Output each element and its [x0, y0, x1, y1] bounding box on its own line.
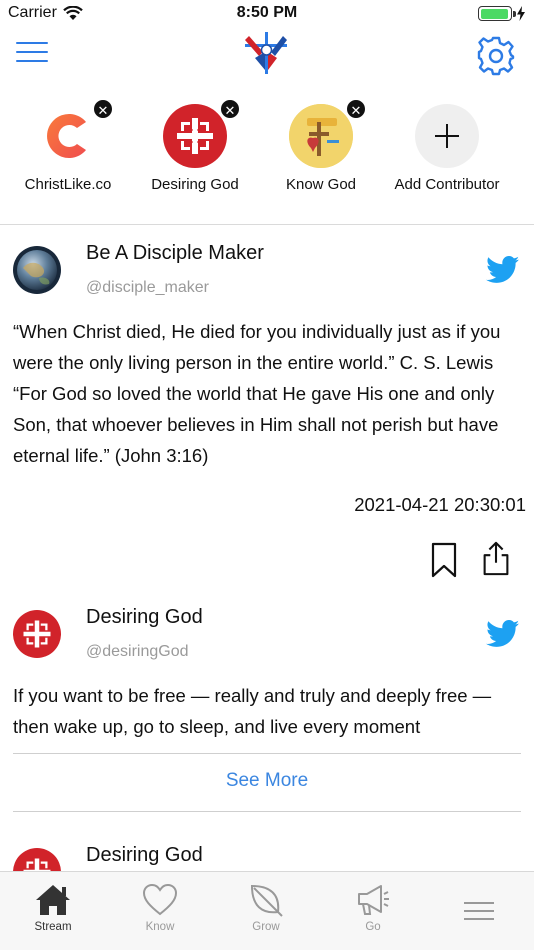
- remove-contributor-button[interactable]: ✕: [92, 98, 114, 120]
- remove-contributor-button[interactable]: ✕: [345, 98, 367, 120]
- post-author: Desiring God: [86, 606, 203, 628]
- post-text: If you want to be free — really and trul…: [13, 685, 492, 737]
- earth-avatar-image: [13, 246, 61, 294]
- contributor-christlike[interactable]: ✕ ChristLike.co: [3, 98, 133, 193]
- battery-fill: [480, 8, 509, 19]
- bookmark-icon[interactable]: [429, 542, 459, 578]
- tab-bar: Stream Know Grow Go: [0, 871, 534, 950]
- contributor-label: Add Contributor: [394, 176, 500, 193]
- plus-icon-graphic: [435, 124, 459, 148]
- divider: [0, 224, 534, 225]
- know-god-logo-graphic: [289, 104, 353, 168]
- post-text: “When Christ died, He died for you indiv…: [13, 321, 501, 466]
- remove-contributor-button[interactable]: ✕: [219, 98, 241, 120]
- contributor-label: Know God: [285, 176, 357, 193]
- desiring-god-avatar-image: [23, 620, 51, 648]
- contributor-know-god[interactable]: ✕ Know God: [256, 98, 386, 193]
- status-right: [478, 6, 526, 21]
- megaphone-icon: [358, 885, 389, 915]
- plus-icon: [415, 104, 479, 168]
- avatar[interactable]: [13, 848, 61, 871]
- christlike-logo-graphic: [47, 114, 86, 158]
- know-god-logo: ✕: [289, 98, 367, 168]
- divider: [13, 753, 521, 754]
- post-handle: @disciple_maker: [86, 279, 209, 296]
- hamburger-icon[interactable]: [16, 42, 48, 68]
- status-time: 8:50 PM: [236, 4, 298, 21]
- christlike-logo: ✕: [36, 98, 114, 168]
- home-icon: [36, 885, 70, 915]
- twitter-icon[interactable]: [486, 256, 520, 284]
- see-more-button[interactable]: See More: [0, 770, 534, 792]
- battery-icon: [478, 6, 516, 21]
- post-handle: @desiringGod: [86, 643, 189, 660]
- nav-bar: [0, 28, 534, 84]
- desiring-god-logo-graphic: [177, 118, 213, 154]
- tab-label: Know: [145, 921, 175, 933]
- gear-icon[interactable]: [476, 36, 516, 76]
- contributor-desiring-god[interactable]: ✕ Desiring God: [130, 98, 260, 193]
- tab-know[interactable]: Know: [107, 882, 213, 933]
- tab-go[interactable]: Go: [320, 882, 426, 933]
- contributor-label: ChristLike.co: [24, 176, 112, 193]
- tweet-card: Desiring God: [0, 840, 534, 871]
- charging-bolt-icon: [517, 6, 525, 21]
- add-contributor-button[interactable]: Add Contributor: [382, 104, 512, 193]
- heart-icon: [142, 883, 178, 916]
- post-author: Desiring God: [86, 844, 203, 866]
- post-author: Be A Disciple Maker: [86, 242, 264, 264]
- avatar[interactable]: [13, 610, 61, 658]
- desiring-god-logo: ✕: [163, 98, 241, 168]
- tab-label: Stream: [34, 921, 72, 933]
- more-menu-icon: [464, 902, 494, 920]
- post-date: 2021-04-21 20:30:01: [354, 494, 526, 515]
- tab-stream[interactable]: Stream: [0, 882, 106, 933]
- contributor-label: Desiring God: [151, 176, 239, 193]
- tab-label: Go: [365, 921, 381, 933]
- divider: [13, 811, 521, 812]
- leaf-icon: [250, 884, 283, 917]
- tab-label: Grow: [252, 921, 280, 933]
- status-bar: Carrier 8:50 PM: [0, 0, 534, 28]
- desiring-god-avatar-image: [23, 858, 51, 871]
- twitter-icon[interactable]: [486, 620, 520, 648]
- avatar[interactable]: [13, 246, 61, 294]
- tab-grow[interactable]: Grow: [213, 882, 319, 933]
- tab-more[interactable]: [427, 882, 533, 930]
- contributors-row: ✕ ChristLike.co ✕ Desiring God ✕ Know Go…: [0, 98, 534, 204]
- share-icon[interactable]: [481, 540, 511, 576]
- battery-cap: [513, 11, 516, 17]
- cross-logo-icon: [245, 32, 287, 74]
